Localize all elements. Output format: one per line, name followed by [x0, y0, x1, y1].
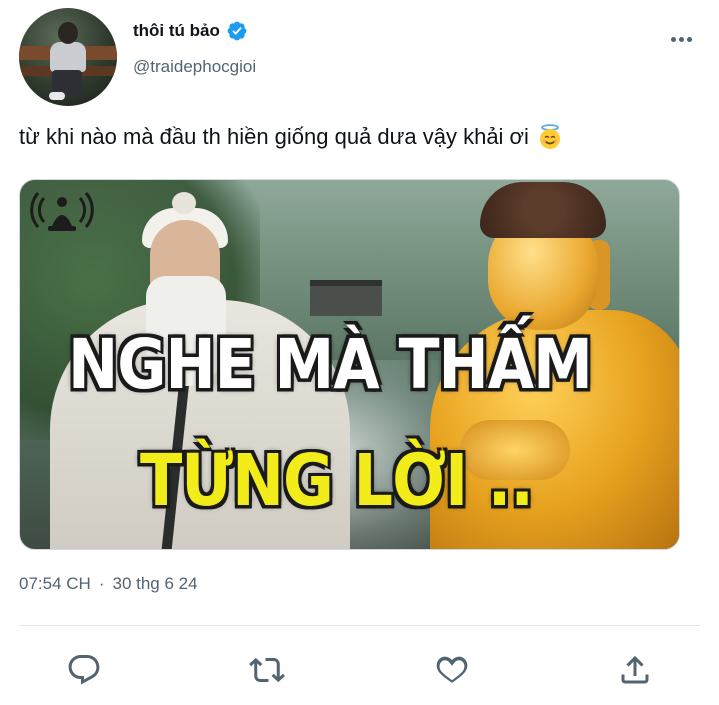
user-name-row[interactable]: thôi tú bảo [133, 20, 248, 42]
tweet-date[interactable]: 30 thg 6 24 [113, 574, 198, 594]
tweet-text-content: từ khi nào mà đầu th hiền giống quả dưa … [19, 124, 529, 149]
media-caption-line1: NGHE MÀ THẤM [68, 324, 593, 406]
reply-icon [68, 655, 100, 685]
more-dot [670, 36, 676, 42]
share-button[interactable] [615, 650, 655, 690]
divider [19, 625, 700, 626]
tweet-timestamp[interactable]: 07:54 CH · 30 thg 6 24 [19, 574, 198, 594]
retweet-button[interactable] [247, 650, 287, 690]
avatar-shoe-shape [49, 92, 65, 100]
share-icon [621, 655, 649, 684]
more-dot [678, 36, 684, 42]
like-button[interactable] [432, 650, 472, 690]
tweet-time[interactable]: 07:54 CH [19, 574, 91, 594]
retweet-icon [249, 657, 285, 683]
buddha-hair-shape [480, 182, 606, 238]
reply-button[interactable] [64, 650, 104, 690]
more-dot [686, 36, 692, 42]
heart-icon [436, 656, 468, 683]
avatar-body-shape [50, 42, 86, 72]
meditation-broadcast-logo-icon [30, 192, 94, 231]
media-caption-line2: TỪNG LỜI .. [140, 438, 534, 523]
avatar-head-shape [58, 22, 78, 44]
tweet-media-image[interactable]: NGHE MÀ THẤM TỪNG LỜI .. [19, 179, 680, 550]
display-name[interactable]: thôi tú bảo [133, 21, 220, 41]
verified-badge-icon [227, 21, 247, 41]
avatar[interactable] [19, 8, 117, 106]
pavilion-shape [310, 280, 382, 316]
tweet-text: từ khi nào mà đầu th hiền giống quả dưa … [19, 124, 563, 150]
old-man-topknot-shape [172, 192, 196, 214]
more-options-icon[interactable] [666, 30, 696, 48]
timestamp-separator: · [98, 574, 105, 593]
user-handle[interactable]: @traidephocgioi [133, 57, 256, 77]
smiling-face-with-halo-icon [539, 124, 560, 149]
